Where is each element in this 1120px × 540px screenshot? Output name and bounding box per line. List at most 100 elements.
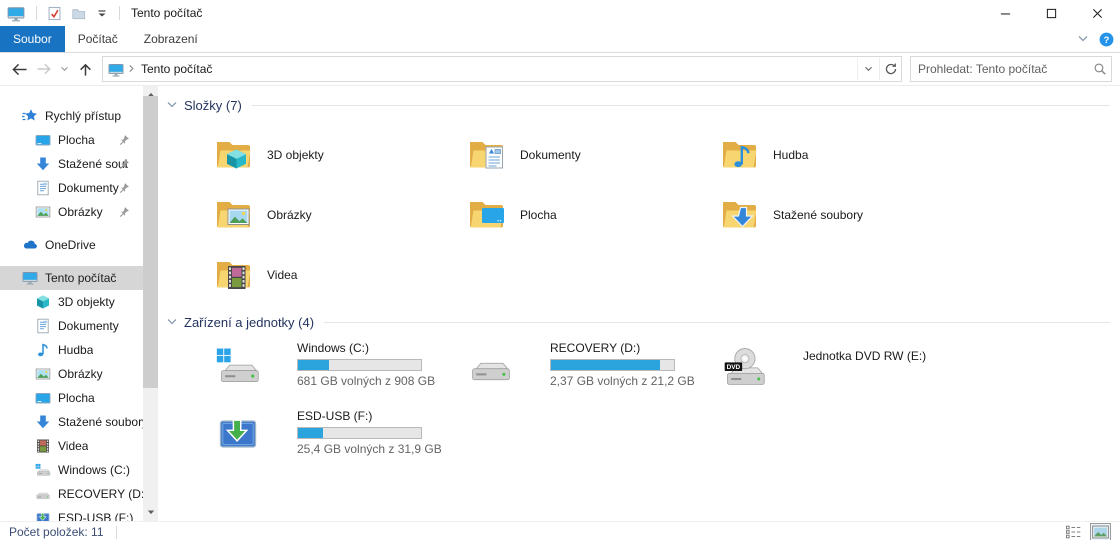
sidebar-item-hudba[interactable]: Hudba	[0, 338, 143, 362]
search-input[interactable]	[911, 62, 1089, 76]
sidebar-item-label: Rychlý přístup	[45, 109, 121, 123]
pin-icon	[118, 182, 130, 194]
folder-tile-videa[interactable]: Videa	[215, 245, 455, 305]
drive-name: Jednotka DVD RW (E:)	[803, 349, 926, 365]
new-folder-button[interactable]	[68, 4, 88, 22]
drive-icon	[215, 408, 297, 476]
drive-tile-windows-c[interactable]: Windows (C:) 681 GB volných z 908 GB	[215, 340, 460, 408]
close-icon	[1092, 8, 1103, 19]
up-button[interactable]	[72, 56, 98, 82]
sidebar-item-3d-objekty[interactable]: 3D objekty	[0, 290, 143, 314]
folder-icon	[215, 138, 255, 172]
drive-tile-recovery-d[interactable]: RECOVERY (D:) 2,37 GB volných z 21,2 GB	[468, 340, 713, 408]
address-dropdown-button[interactable]	[857, 58, 879, 80]
sidebar-item-dokumenty[interactable]: Dokumenty	[0, 314, 143, 338]
sidebar-item-obr-zky[interactable]: Obrázky	[0, 200, 143, 224]
drive-tile-jednotka-dvd-rw-e[interactable]: DVD Jednotka DVD RW (E:)	[721, 340, 966, 408]
sidebar-item-icon	[22, 270, 38, 286]
drive-capacity-fill	[298, 428, 323, 438]
tab-soubor[interactable]: Soubor	[0, 26, 65, 52]
sidebar-item-icon	[22, 237, 38, 253]
sidebar-item-plocha[interactable]: Plocha	[0, 128, 143, 152]
thumbnail-view-button[interactable]	[1091, 524, 1110, 540]
folder-tile-plocha[interactable]: Plocha	[468, 185, 708, 245]
folder-tile-sta-en-soubory[interactable]: Stažené soubory	[721, 185, 961, 245]
forward-arrow-icon	[35, 62, 53, 76]
sidebar-item-sta-en-soubory[interactable]: Stažené soubory	[0, 410, 143, 434]
collapse-group-chevron-icon[interactable]	[166, 101, 178, 109]
ribbon-tab-label: Počítač	[78, 32, 118, 46]
minimize-button[interactable]	[982, 0, 1028, 26]
tab-zobrazen[interactable]: Zobrazení	[131, 26, 211, 52]
sidebar-item-dokumenty[interactable]: Dokumenty	[0, 176, 143, 200]
sidebar-item-recovery-d[interactable]: RECOVERY (D:)	[0, 482, 143, 506]
sidebar-item-icon	[35, 462, 51, 478]
drive-icon	[215, 340, 297, 408]
scrollbar-thumb[interactable]	[143, 96, 158, 388]
search-magnifier-icon	[1093, 62, 1107, 76]
sidebar-item-plocha[interactable]: Plocha	[0, 386, 143, 410]
folder-tile-hudba[interactable]: Hudba	[721, 125, 961, 185]
folder-tile-3d-objekty[interactable]: 3D objekty	[215, 125, 455, 185]
quick-access-toolbar-dropdown[interactable]	[92, 4, 112, 22]
breadcrumb-chevron-icon[interactable]	[128, 64, 136, 74]
address-dropdown-icon	[864, 66, 873, 72]
recent-locations-button[interactable]	[56, 56, 72, 82]
titlebar-separator	[119, 6, 120, 20]
collapse-group-chevron-icon[interactable]	[166, 318, 178, 326]
drive-free-space: 25,4 GB volných z 31,9 GB	[297, 442, 442, 456]
drive-icon	[468, 340, 550, 408]
window-body: Rychlý přístup Plocha Stažené soubory Do…	[0, 86, 1120, 521]
sidebar-item-icon	[35, 294, 51, 310]
back-button[interactable]	[6, 56, 32, 82]
drive-info: Jednotka DVD RW (E:)	[803, 340, 926, 408]
this-pc-icon	[7, 5, 25, 21]
help-icon: ?	[1099, 32, 1114, 47]
details-view-button[interactable]	[1064, 524, 1083, 540]
breadcrumb-location[interactable]: Tento počítač	[141, 62, 212, 76]
back-arrow-icon	[10, 62, 29, 77]
sidebar-item-rychl-p-stup[interactable]: Rychlý přístup	[0, 104, 143, 128]
search-button[interactable]	[1089, 62, 1111, 76]
sidebar-item-videa[interactable]: Videa	[0, 434, 143, 458]
sidebar-item-tento-po-ta[interactable]: Tento počítač	[0, 266, 143, 290]
folder-tile-dokumenty[interactable]: Dokumenty	[468, 125, 708, 185]
folder-label: Obrázky	[267, 208, 312, 222]
sidebar-scrollbar[interactable]	[143, 86, 158, 521]
sidebar-item-sta-en-soubory[interactable]: Stažené soubory	[0, 152, 143, 176]
sidebar-item-onedrive[interactable]: OneDrive	[0, 233, 143, 257]
sidebar-item-windows-c[interactable]: Windows (C:)	[0, 458, 143, 482]
address-bar[interactable]: Tento počítač	[102, 56, 902, 82]
minimize-icon	[1000, 8, 1011, 19]
sidebar-item-obr-zky[interactable]: Obrázky	[0, 362, 143, 386]
tab-po-ta[interactable]: Počítač	[65, 26, 131, 52]
drive-capacity-bar	[297, 359, 422, 371]
sidebar-item-label: Hudba	[58, 343, 93, 357]
drives-group-title: Zařízení a jednotky (4)	[184, 315, 314, 330]
help-button[interactable]: ?	[1099, 26, 1114, 52]
drive-tile-esd-usb-f[interactable]: ESD-USB (F:) 25,4 GB volných z 31,9 GB	[215, 408, 460, 476]
folder-icon	[721, 198, 761, 232]
pin-icon	[118, 134, 130, 146]
sidebar-item-icon	[35, 510, 51, 521]
refresh-button[interactable]	[879, 58, 901, 80]
ribbon-collapse-button[interactable]	[1077, 26, 1089, 52]
details-view-icon	[1065, 525, 1082, 539]
sidebar-item-icon	[35, 204, 51, 220]
item-count-label: Počet položek: 11	[9, 525, 104, 539]
sidebar-item-icon	[35, 156, 51, 172]
sidebar-item-label: Videa	[58, 439, 88, 453]
forward-button[interactable]	[32, 56, 56, 82]
maximize-button[interactable]	[1028, 0, 1074, 26]
folder-tile-obr-zky[interactable]: Obrázky	[215, 185, 455, 245]
sidebar-item-label: Obrázky	[58, 367, 103, 381]
address-location-icon	[108, 62, 124, 76]
scroll-down-button[interactable]	[143, 504, 158, 521]
sidebar-item-esd-usb-f[interactable]: ESD-USB (F:)	[0, 506, 143, 521]
qat-dropdown-icon	[97, 8, 107, 18]
sidebar-item-label: Stažené soubory	[58, 415, 143, 429]
properties-button[interactable]	[44, 4, 64, 22]
close-button[interactable]	[1074, 0, 1120, 26]
drive-info: RECOVERY (D:) 2,37 GB volných z 21,2 GB	[550, 340, 695, 408]
drive-free-space: 2,37 GB volných z 21,2 GB	[550, 374, 695, 388]
